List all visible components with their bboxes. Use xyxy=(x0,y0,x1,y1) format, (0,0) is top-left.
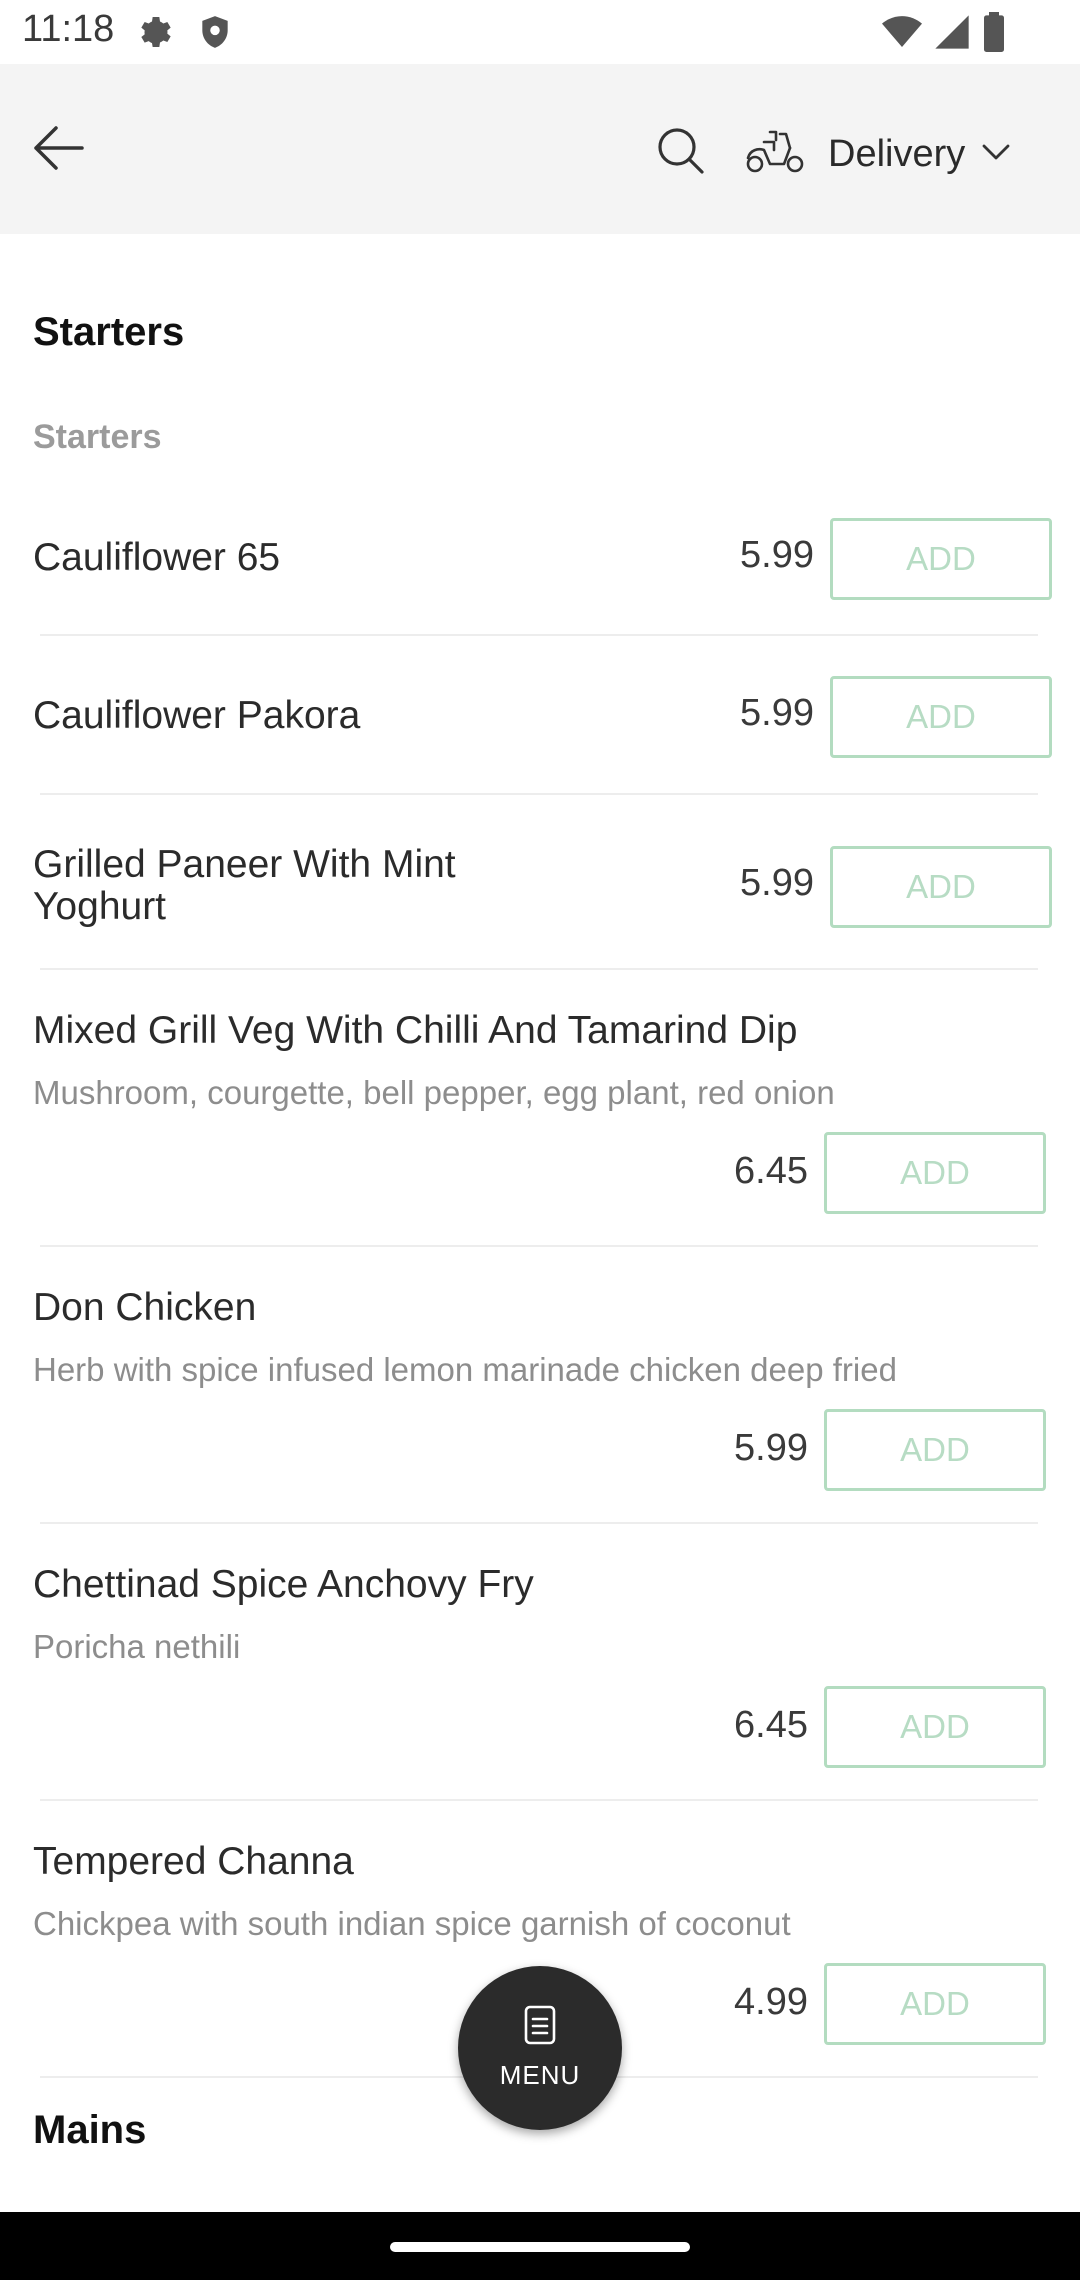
add-button[interactable]: ADD xyxy=(824,1409,1046,1491)
wifi-icon xyxy=(880,12,924,57)
menu-fab-label: MENU xyxy=(499,2060,581,2090)
item-price: 6.45 xyxy=(734,1150,808,1192)
item-description: Mushroom, courgette, bell pepper, egg pl… xyxy=(33,1074,835,1111)
subsection-title-starters: Starters xyxy=(33,418,162,456)
scooter-icon xyxy=(744,128,806,181)
item-name: Grilled Paneer With Mint Yoghurt xyxy=(33,843,456,928)
item-price: 5.99 xyxy=(740,534,814,576)
home-gesture-handle[interactable] xyxy=(390,2242,690,2252)
item-name: Chettinad Spice Anchovy Fry xyxy=(33,1563,534,1606)
item-description: Poricha nethili xyxy=(33,1628,241,1665)
menu-book-icon xyxy=(523,2005,557,2050)
item-price: 4.99 xyxy=(734,1981,808,2023)
menu-item: Cauliflower 65 5.99 ADD xyxy=(0,510,1080,636)
chevron-down-icon xyxy=(981,142,1011,167)
divider xyxy=(40,1245,1038,1247)
item-price: 5.99 xyxy=(740,862,814,904)
battery-icon xyxy=(982,12,1006,57)
menu-item: Cauliflower Pakora 5.99 ADD xyxy=(0,668,1080,794)
add-button[interactable]: ADD xyxy=(824,1963,1046,2045)
divider xyxy=(40,793,1038,795)
menu-item: Don Chicken Herb with spice infused lemo… xyxy=(0,1287,1080,1517)
search-button[interactable] xyxy=(656,126,708,178)
add-button[interactable]: ADD xyxy=(830,676,1052,758)
menu-item: Grilled Paneer With Mint Yoghurt 5.99 AD… xyxy=(0,838,1080,968)
divider xyxy=(40,1799,1038,1801)
status-time: 11:18 xyxy=(22,8,115,50)
gesture-navigation-bar xyxy=(0,2212,1080,2280)
signal-icon xyxy=(932,12,972,57)
section-title-starters: Starters xyxy=(33,310,185,354)
add-button[interactable]: ADD xyxy=(824,1132,1046,1214)
item-description: Chickpea with south indian spice garnish… xyxy=(33,1905,791,1942)
item-name: Don Chicken xyxy=(33,1286,257,1329)
arrow-left-icon xyxy=(30,126,86,180)
menu-fab-button[interactable]: MENU xyxy=(458,1966,622,2130)
search-icon xyxy=(656,128,706,180)
add-button[interactable]: ADD xyxy=(830,846,1052,928)
add-button[interactable]: ADD xyxy=(824,1686,1046,1768)
divider xyxy=(40,1522,1038,1524)
item-price: 6.45 xyxy=(734,1704,808,1746)
item-name: Mixed Grill Veg With Chilli And Tamarind… xyxy=(33,1009,798,1052)
delivery-label: Delivery xyxy=(828,132,966,175)
menu-item: Chettinad Spice Anchovy Fry Poricha neth… xyxy=(0,1564,1080,1794)
shield-icon xyxy=(196,12,234,57)
gear-icon xyxy=(136,12,176,57)
item-description: Herb with spice infused lemon marinade c… xyxy=(33,1351,897,1388)
item-name: Cauliflower 65 xyxy=(33,536,281,579)
app-bar: Delivery xyxy=(0,64,1080,234)
section-title-mains: Mains xyxy=(33,2108,147,2152)
delivery-mode-selector[interactable]: Delivery xyxy=(744,122,1011,186)
item-name: Cauliflower Pakora xyxy=(33,694,361,737)
item-name: Tempered Channa xyxy=(33,1840,354,1883)
item-price: 5.99 xyxy=(740,692,814,734)
divider xyxy=(40,968,1038,970)
status-bar: 11:18 xyxy=(0,0,1080,64)
divider xyxy=(40,634,1038,636)
add-button[interactable]: ADD xyxy=(830,518,1052,600)
back-button[interactable] xyxy=(30,120,90,180)
item-price: 5.99 xyxy=(734,1427,808,1469)
menu-item: Mixed Grill Veg With Chilli And Tamarind… xyxy=(0,1010,1080,1240)
